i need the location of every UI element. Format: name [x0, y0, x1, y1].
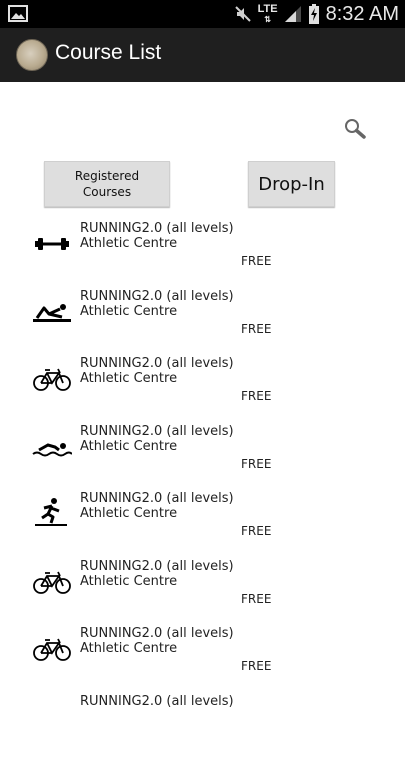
course-location: Athletic Centre	[80, 641, 177, 656]
treadmill-icon	[32, 497, 72, 527]
course-location: Athletic Centre	[80, 574, 177, 589]
course-price: FREE	[241, 457, 271, 471]
registered-courses-button[interactable]: Registered Courses	[44, 161, 170, 207]
list-item[interactable]: RUNNING2.0 (all levels) Athletic Centre …	[0, 354, 405, 422]
course-price: FREE	[241, 254, 271, 268]
situps-icon	[32, 299, 72, 325]
course-name: RUNNING2.0 (all levels)	[80, 424, 234, 439]
search-icon[interactable]	[344, 118, 368, 140]
course-name: RUNNING2.0 (all levels)	[80, 559, 234, 574]
action-bar: Course List	[0, 28, 405, 82]
battery-charging-icon	[308, 4, 320, 24]
bicycle-icon	[32, 636, 72, 662]
drop-in-button[interactable]: Drop-In	[248, 161, 335, 207]
bicycle-icon	[32, 569, 72, 595]
course-price: FREE	[241, 389, 271, 403]
list-item[interactable]: RUNNING2.0 (all levels) Athletic Centre …	[0, 287, 405, 355]
list-item[interactable]: RUNNING2.0 (all levels)	[0, 692, 405, 759]
course-location: Athletic Centre	[80, 439, 177, 454]
mute-icon	[234, 5, 252, 23]
network-type: LTE⇅	[258, 4, 278, 25]
course-name: RUNNING2.0 (all levels)	[80, 626, 234, 641]
list-item[interactable]: RUNNING2.0 (all levels) Athletic Centre …	[0, 489, 405, 557]
course-list[interactable]: RUNNING2.0 (all levels) Athletic Centre …	[0, 219, 405, 759]
course-name: RUNNING2.0 (all levels)	[80, 491, 234, 506]
status-icons: LTE⇅ 8:32 AM	[234, 0, 399, 28]
course-price: FREE	[241, 659, 271, 673]
signal-icon	[284, 5, 302, 23]
app-logo-icon[interactable]	[16, 39, 48, 71]
course-location: Athletic Centre	[80, 236, 177, 251]
course-price: FREE	[241, 322, 271, 336]
gallery-icon	[8, 5, 28, 22]
course-location: Athletic Centre	[80, 304, 177, 319]
list-item[interactable]: RUNNING2.0 (all levels) Athletic Centre …	[0, 219, 405, 287]
course-location: Athletic Centre	[80, 506, 177, 521]
course-name: RUNNING2.0 (all levels)	[80, 221, 234, 236]
bicycle-icon	[32, 366, 72, 392]
swimming-icon	[32, 434, 72, 460]
course-name: RUNNING2.0 (all levels)	[80, 289, 234, 304]
list-item[interactable]: RUNNING2.0 (all levels) Athletic Centre …	[0, 557, 405, 625]
course-price: FREE	[241, 524, 271, 538]
course-name: RUNNING2.0 (all levels)	[80, 356, 234, 371]
course-price: FREE	[241, 592, 271, 606]
registered-courses-label-line2: Courses	[83, 185, 131, 199]
list-item[interactable]: RUNNING2.0 (all levels) Athletic Centre …	[0, 422, 405, 490]
clock: 8:32 AM	[326, 3, 399, 26]
status-bar: LTE⇅ 8:32 AM	[0, 0, 405, 28]
page-title: Course List	[55, 41, 161, 65]
course-location: Athletic Centre	[80, 371, 177, 386]
list-item[interactable]: RUNNING2.0 (all levels) Athletic Centre …	[0, 624, 405, 692]
course-name: RUNNING2.0 (all levels)	[80, 694, 234, 709]
registered-courses-label-line1: Registered	[75, 169, 139, 183]
drop-in-label: Drop-In	[258, 174, 325, 195]
dumbbell-icon	[32, 231, 72, 257]
